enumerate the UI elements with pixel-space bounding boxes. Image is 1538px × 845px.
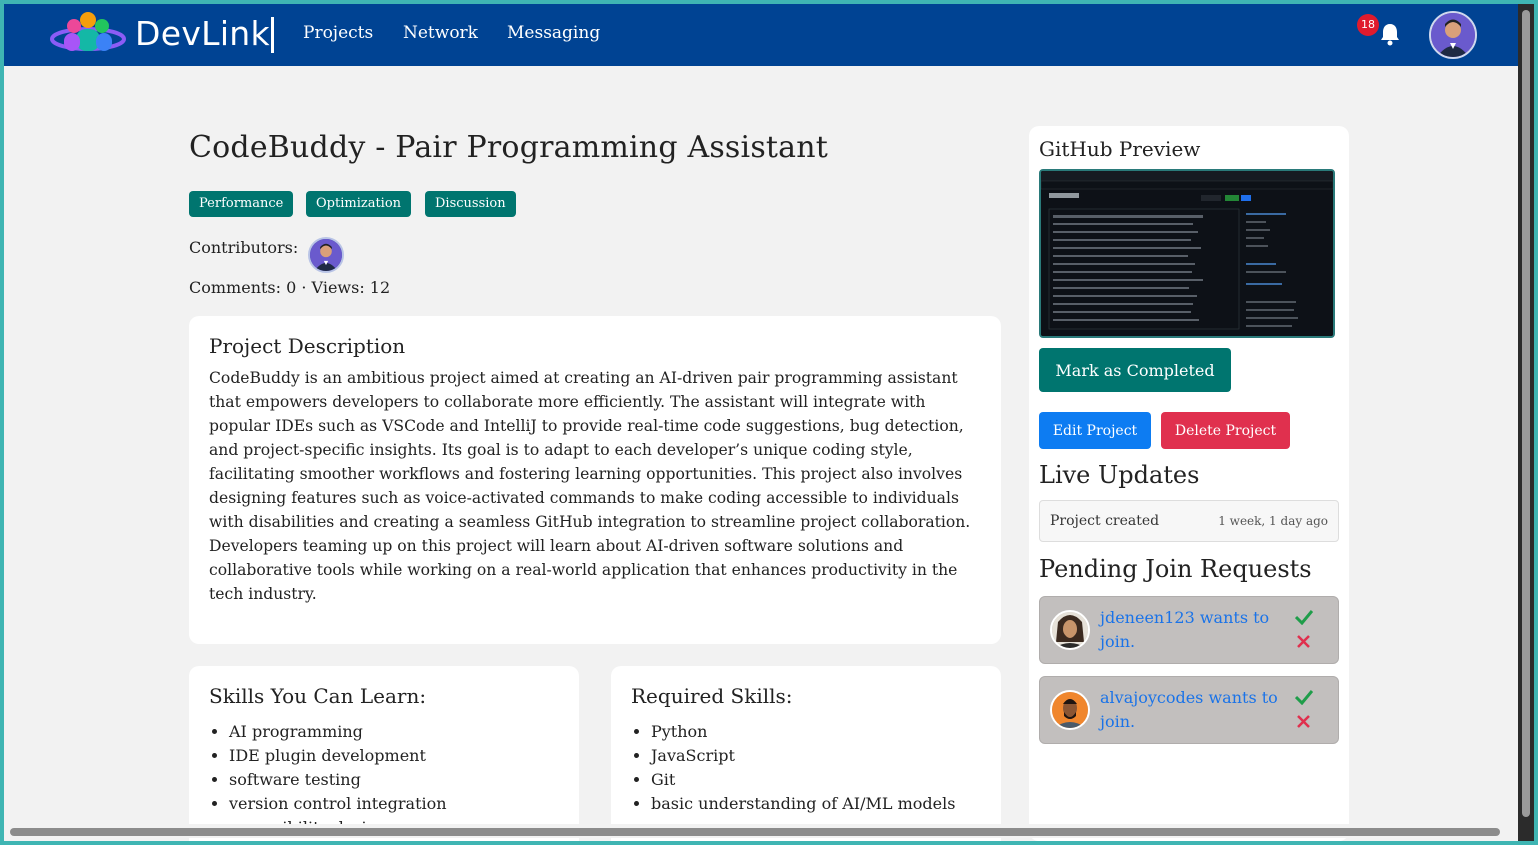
join-request-text[interactable]: alvajoycodes wants to join. (1100, 686, 1290, 734)
skills-required-list: Python JavaScript Git basic understandin… (631, 720, 981, 816)
contributors-label: Contributors: (189, 238, 299, 257)
tag-performance[interactable]: Performance (189, 191, 294, 217)
description-card: Project Description CodeBuddy is an ambi… (189, 316, 1001, 644)
skills-required-heading: Required Skills: (631, 684, 793, 708)
decline-x-icon[interactable] (1297, 715, 1310, 728)
notification-badge: 18 (1357, 14, 1379, 36)
skills-learn-heading: Skills You Can Learn: (209, 684, 427, 708)
tag-optimization[interactable]: Optimization (306, 191, 412, 217)
navbar: DevLink Projects Network Messaging 18 (4, 4, 1518, 66)
skills-required-card: Required Skills: Python JavaScript Git b… (611, 666, 1001, 841)
project-title: CodeBuddy - Pair Programming Assistant (189, 130, 829, 165)
list-item: IDE plugin development (229, 744, 559, 768)
list-item: software testing (229, 768, 559, 792)
github-preview-image[interactable] (1039, 169, 1335, 338)
list-item: Python (651, 720, 981, 744)
accept-check-icon[interactable] (1295, 689, 1313, 705)
accept-check-icon[interactable] (1295, 609, 1313, 625)
project-stats: Comments: 0 · Views: 12 (189, 278, 391, 297)
horizontal-scrollbar-thumb[interactable] (10, 828, 1500, 836)
update-time: 1 week, 1 day ago (1218, 514, 1328, 528)
app-window: DevLink Projects Network Messaging 18 Co… (4, 4, 1518, 841)
bell-icon[interactable] (1379, 22, 1401, 46)
contributor-avatar[interactable] (308, 237, 344, 273)
vertical-scrollbar-thumb[interactable] (1522, 10, 1530, 817)
join-request-item: jdeneen123 wants to join. (1039, 596, 1339, 664)
mark-completed-button[interactable]: Mark as Completed (1039, 348, 1231, 392)
nav-network[interactable]: Network (403, 23, 478, 43)
join-request-text[interactable]: jdeneen123 wants to join. (1100, 606, 1290, 654)
delete-project-button[interactable]: Delete Project (1161, 412, 1290, 449)
tag-discussion[interactable]: Discussion (425, 191, 516, 217)
devlink-logo-icon[interactable] (50, 7, 126, 59)
decline-x-icon[interactable] (1297, 635, 1310, 648)
list-item: basic understanding of AI/ML models (651, 792, 981, 816)
join-requests-heading: Pending Join Requests (1039, 555, 1312, 583)
skills-learn-card: Skills You Can Learn: AI programming IDE… (189, 666, 579, 841)
brand-name[interactable]: DevLink (135, 14, 270, 53)
list-item: AI programming (229, 720, 559, 744)
list-item: JavaScript (651, 744, 981, 768)
requester-avatar[interactable] (1050, 610, 1090, 650)
update-text: Project created (1050, 513, 1160, 529)
live-updates-heading: Live Updates (1039, 461, 1200, 489)
list-item: version control integration (229, 792, 559, 816)
github-preview-heading: GitHub Preview (1039, 137, 1201, 161)
user-avatar[interactable] (1429, 11, 1477, 59)
nav-projects[interactable]: Projects (303, 23, 373, 43)
skills-learn-list: AI programming IDE plugin development so… (209, 720, 559, 840)
list-item: Git (651, 768, 981, 792)
brand-divider (271, 17, 274, 53)
edit-project-button[interactable]: Edit Project (1039, 412, 1151, 449)
description-text: CodeBuddy is an ambitious project aimed … (209, 369, 971, 603)
requester-avatar[interactable] (1050, 690, 1090, 730)
nav-messaging[interactable]: Messaging (507, 23, 600, 43)
description-heading: Project Description (209, 334, 406, 358)
update-item: Project created 1 week, 1 day ago (1039, 500, 1339, 542)
join-request-item: alvajoycodes wants to join. (1039, 676, 1339, 744)
